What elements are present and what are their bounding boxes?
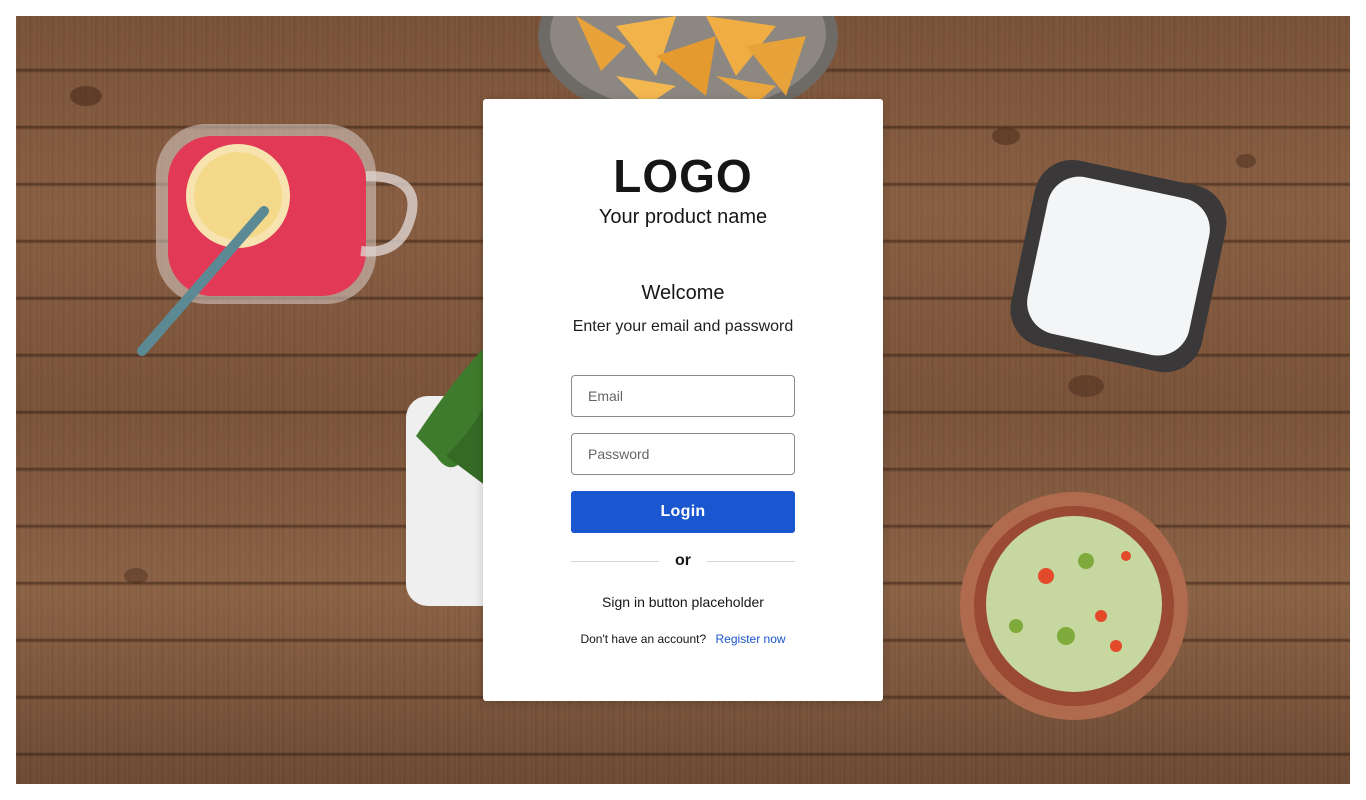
brand-logo: LOGO bbox=[613, 150, 753, 202]
login-instruction: Enter your email and password bbox=[572, 318, 794, 335]
sour-cream-bowl-icon bbox=[1010, 159, 1227, 373]
divider-line-right bbox=[707, 561, 795, 562]
divider-line-left bbox=[571, 561, 659, 562]
guacamole-bowl-icon bbox=[960, 492, 1188, 720]
login-button[interactable]: Login bbox=[571, 491, 795, 533]
welcome-heading: Welcome bbox=[641, 282, 725, 304]
email-field[interactable] bbox=[571, 375, 795, 417]
password-field[interactable] bbox=[571, 433, 795, 475]
product-name: Your product name bbox=[598, 206, 768, 228]
register-prompt: Don't have an account? bbox=[580, 632, 707, 646]
register-link[interactable]: Register now bbox=[716, 632, 786, 646]
sso-sign-in-placeholder[interactable]: Sign in button placeholder bbox=[483, 593, 883, 611]
login-card: LOGO Your product name Welcome Enter you… bbox=[483, 99, 883, 701]
divider-or-label: or bbox=[675, 552, 691, 569]
register-row: Don't have an account? Register now bbox=[483, 631, 883, 647]
lemonade-jar-icon bbox=[137, 124, 418, 356]
